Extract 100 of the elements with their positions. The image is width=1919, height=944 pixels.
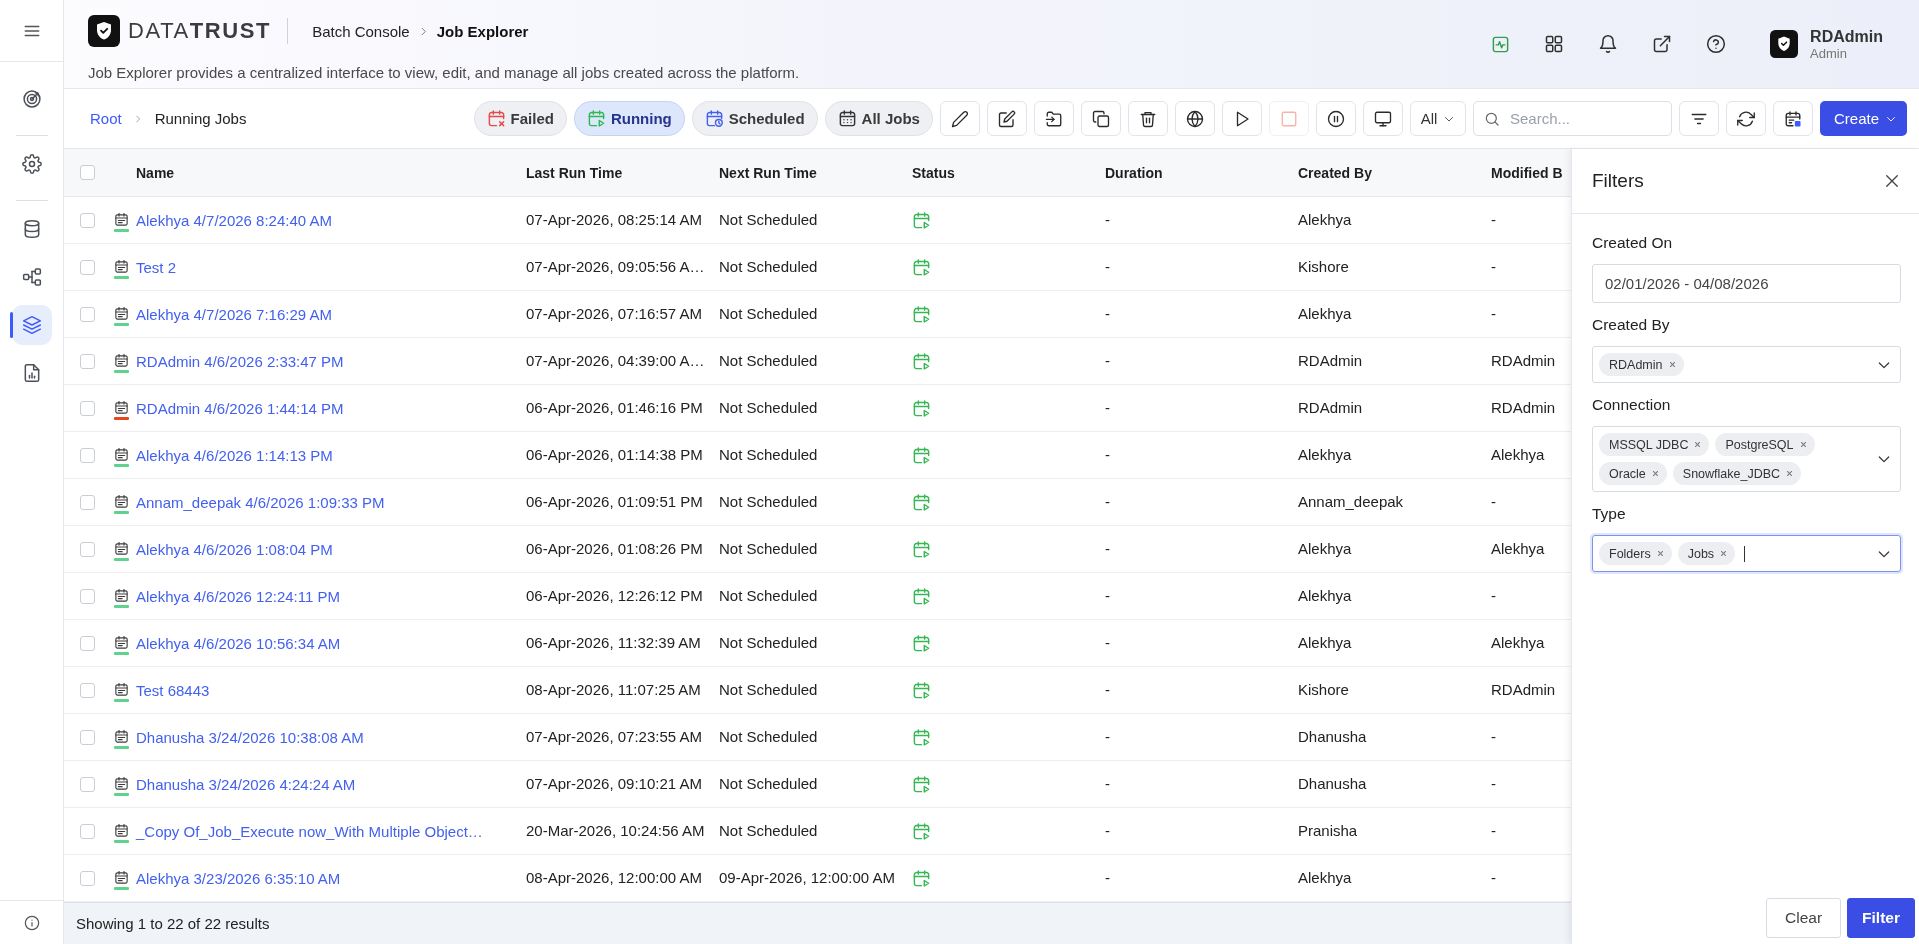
column-header[interactable]: Duration: [1105, 164, 1163, 181]
remove-icon[interactable]: [1786, 470, 1794, 477]
tag-chip[interactable]: PostgreSQL: [1715, 433, 1815, 456]
job-name-link[interactable]: Dhanusha 3/24/2026 4:24:24 AM: [136, 775, 356, 793]
column-header[interactable]: Modified B: [1491, 164, 1563, 181]
nav-item[interactable]: [11, 305, 52, 345]
checkbox[interactable]: [80, 494, 95, 510]
job-name-link[interactable]: Alekhya 4/6/2026 10:56:34 AM: [136, 634, 341, 652]
delete-button[interactable]: [1127, 101, 1168, 136]
info-icon[interactable]: [23, 914, 40, 931]
date-range-field[interactable]: 02/01/2026 - 04/08/2026: [1592, 264, 1901, 303]
checkbox[interactable]: [80, 400, 95, 416]
checkbox[interactable]: [80, 870, 95, 886]
checkbox[interactable]: [80, 729, 95, 745]
calendar-icon: [114, 634, 129, 650]
table-cell: Alekhya: [1298, 634, 1352, 651]
checkbox[interactable]: [80, 776, 95, 792]
run-button[interactable]: [1221, 101, 1262, 136]
table-cell: Not Scheduled: [719, 540, 818, 557]
shield-logo-icon: [88, 15, 120, 47]
checkbox[interactable]: [80, 682, 95, 698]
table-cell: Alekhya: [1491, 446, 1545, 463]
checkbox[interactable]: [80, 306, 95, 322]
column-header[interactable]: Status: [912, 164, 955, 181]
filter-button[interactable]: [1678, 101, 1719, 136]
checkbox[interactable]: [80, 635, 95, 651]
job-name-link[interactable]: Test 2: [136, 258, 177, 276]
checkbox[interactable]: [80, 447, 95, 463]
search-field[interactable]: Search...: [1472, 101, 1672, 136]
external-link-icon[interactable]: [1652, 34, 1673, 54]
activity-icon[interactable]: [1491, 34, 1511, 54]
tag-chip[interactable]: MSSQL JDBC: [1599, 433, 1710, 456]
job-name-link[interactable]: Alekhya 4/7/2026 8:24:40 AM: [136, 211, 332, 229]
copy-button[interactable]: [1080, 101, 1121, 136]
table-cell: Alekhya: [1298, 211, 1352, 228]
job-name-link[interactable]: _Copy Of_Job_Execute now_With Multiple Object…: [136, 822, 483, 840]
tag-chip[interactable]: Jobs: [1677, 542, 1736, 565]
select-all-checkbox[interactable]: [80, 165, 95, 180]
job-name-link[interactable]: Alekhya 4/7/2026 7:16:29 AM: [136, 305, 332, 323]
checkbox[interactable]: [80, 212, 95, 228]
job-name-link[interactable]: Alekhya 4/6/2026 12:24:11 PM: [136, 587, 341, 605]
job-name-link[interactable]: Dhanusha 3/24/2026 10:38:08 AM: [136, 728, 364, 746]
remove-icon[interactable]: [1694, 441, 1702, 448]
tag-chip[interactable]: Snowflake_JDBC: [1672, 462, 1802, 485]
calendar-play-icon: [586, 109, 606, 128]
column-header[interactable]: Created By: [1298, 164, 1372, 181]
job-name-link[interactable]: RDAdmin 4/6/2026 1:44:14 PM: [136, 399, 344, 417]
multi-select-field[interactable]: MSSQL JDBC PostgreSQL Oracle Snowflake_JDBC: [1592, 426, 1901, 492]
remove-icon[interactable]: [1720, 550, 1728, 557]
job-name-link[interactable]: Alekhya 3/23/2026 6:35:10 AM: [136, 869, 341, 887]
table-cell: RDAdmin: [1491, 399, 1556, 416]
move-button[interactable]: [1033, 101, 1074, 136]
apply-filter-button[interactable]: Filter: [1847, 898, 1915, 938]
close-icon[interactable]: [1883, 172, 1901, 190]
breadcrumb-link[interactable]: Root: [90, 110, 122, 127]
help-icon[interactable]: [1706, 34, 1727, 54]
checkbox[interactable]: [80, 541, 95, 557]
monitor-button[interactable]: [1362, 101, 1403, 136]
job-name-link[interactable]: RDAdmin 4/6/2026 2:33:47 PM: [136, 352, 344, 370]
table-cell: -: [1105, 211, 1110, 228]
apps-grid-icon[interactable]: [1544, 34, 1565, 54]
job-name-link[interactable]: Alekhya 4/6/2026 1:08:04 PM: [136, 540, 333, 558]
checkbox[interactable]: [80, 353, 95, 369]
multi-select-field[interactable]: Folders Jobs: [1592, 535, 1901, 572]
calendar-button[interactable]: [1772, 101, 1813, 136]
remove-icon[interactable]: [1668, 361, 1676, 368]
checkbox[interactable]: [80, 823, 95, 839]
results-summary: Showing 1 to 22 of 22 results: [76, 915, 270, 932]
refresh-button[interactable]: [1725, 101, 1766, 136]
status-filter-tab[interactable]: All Jobs: [824, 101, 933, 136]
remove-icon[interactable]: [1656, 550, 1664, 557]
column-header[interactable]: Last Run Time: [526, 164, 623, 181]
status-filter-tab[interactable]: Running: [573, 101, 685, 136]
status-filter-tab[interactable]: Failed: [473, 101, 567, 136]
avatar-icon[interactable]: [1770, 30, 1799, 58]
globe-button[interactable]: [1174, 101, 1215, 136]
multi-select-field[interactable]: RDAdmin: [1592, 346, 1901, 383]
breadcrumb-item[interactable]: Batch Console: [312, 22, 410, 40]
breadcrumb-item[interactable]: Job Explorer: [436, 22, 529, 40]
remove-icon[interactable]: [1799, 441, 1807, 448]
pause-button[interactable]: [1315, 101, 1356, 136]
notification-bell-icon[interactable]: [1598, 34, 1619, 54]
tag-chip[interactable]: Folders: [1599, 542, 1672, 565]
checkbox[interactable]: [80, 259, 95, 275]
job-name-link[interactable]: Annam_deepak 4/6/2026 1:09:33 PM: [136, 493, 385, 511]
edit-button[interactable]: [939, 101, 980, 136]
status-filter-tab[interactable]: Scheduled: [691, 101, 818, 136]
column-header[interactable]: Next Run Time: [719, 164, 817, 181]
checkbox[interactable]: [80, 588, 95, 604]
tag-chip[interactable]: Oracle: [1599, 462, 1667, 485]
job-name-link[interactable]: Alekhya 4/6/2026 1:14:13 PM: [136, 446, 333, 464]
remove-icon[interactable]: [1651, 470, 1659, 477]
create-button[interactable]: Create: [1819, 101, 1907, 136]
tag-chip[interactable]: RDAdmin: [1599, 353, 1684, 376]
clear-button[interactable]: Clear: [1766, 898, 1842, 938]
edit-details-button[interactable]: [986, 101, 1027, 136]
job-name-link[interactable]: Test 68443: [136, 681, 210, 699]
scope-dropdown[interactable]: All: [1409, 101, 1466, 136]
table-cell: RDAdmin: [1298, 352, 1363, 369]
column-header[interactable]: Name: [136, 164, 175, 181]
